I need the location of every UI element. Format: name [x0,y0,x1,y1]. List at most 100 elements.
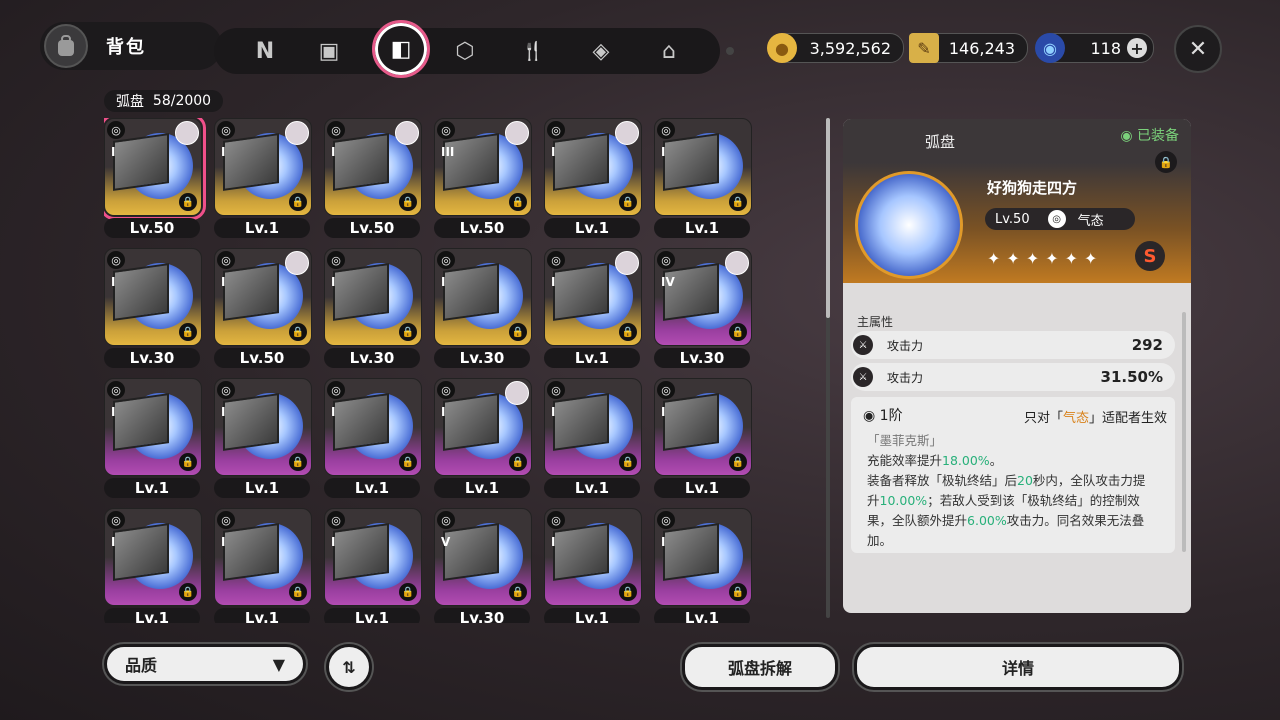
disc-card[interactable]: ◎ I 🔒 [214,248,312,346]
detail-scrollbar[interactable] [1182,312,1186,552]
lock-icon[interactable]: 🔒 [289,193,307,211]
attribute-icon: ◎ [327,381,345,399]
disc-card[interactable]: ◎ I 🔒 [434,378,532,476]
lock-icon[interactable]: 🔒 [729,323,747,341]
tab-discs[interactable]: ◧ [372,20,430,78]
lock-icon[interactable]: 🔒 [619,583,637,601]
disc-level: Lv.1 [544,218,640,238]
disc-card[interactable]: ◎ I 🔒 [104,248,202,346]
disc-rank: I [331,535,336,549]
tab-devices[interactable]: ▣ [310,32,348,70]
disc-card[interactable]: ◎ I 🔒 [544,378,642,476]
lock-icon[interactable]: 🔒 [619,193,637,211]
disc-card[interactable]: ◎ I 🔒 [544,118,642,216]
equipped-agent-avatar [285,251,309,275]
tab-home[interactable]: ⌂ [650,32,688,70]
add-gem-button[interactable]: + [1127,38,1147,58]
lock-icon[interactable]: 🔒 [619,453,637,471]
attribute-icon: ◎ [107,381,125,399]
lock-icon[interactable]: 🔒 [509,323,527,341]
ticket-currency: ✎ 146,243 [909,33,1028,63]
disc-card[interactable]: ◎ I 🔒 [654,378,752,476]
disc-card[interactable]: ◎ I 🔒 [104,118,206,220]
attribute-icon: ◎ [547,381,565,399]
lock-icon[interactable]: 🔒 [399,193,417,211]
ticket-value: 146,243 [948,38,1015,58]
disc-card[interactable]: ◎ I 🔒 [654,508,752,606]
lock-icon[interactable]: 🔒 [179,583,197,601]
lock-icon[interactable]: 🔒 [179,453,197,471]
lock-icon[interactable]: 🔒 [399,453,417,471]
lock-icon[interactable]: 🔒 [179,193,197,211]
disc-grid: ◎ I 🔒 Lv.50 ◎ I 🔒 Lv.1 ◎ I 🔒 Lv.50 ◎ III 🔒 Lv.50 ◎ I 🔒 Lv.1… [104,118,754,623]
lock-icon[interactable]: 🔒 [399,323,417,341]
disc-level: Lv.30 [434,348,530,368]
disc-sleeve [443,393,499,451]
disc-sleeve [663,523,719,581]
attribute-icon: ◎ [107,251,125,269]
disc-rank: I [661,145,666,159]
gem-currency: ◉ 118 + [1035,33,1154,63]
quality-filter-dropdown[interactable]: 品质 ▼ [104,644,306,684]
details-button[interactable]: 详情 [854,644,1182,690]
disc-card[interactable]: ◎ III 🔒 [434,118,532,216]
lock-icon[interactable]: 🔒 [729,583,747,601]
equipped-agent-avatar [505,381,529,405]
disc-card[interactable]: ◎ I 🔒 [324,248,422,346]
lock-toggle[interactable]: 🔒 [1155,151,1177,173]
tab-agents-icon: N [255,38,275,64]
details-label: 详情 [1001,659,1034,678]
disc-card[interactable]: ◎ I 🔒 [214,118,312,216]
lock-icon[interactable]: 🔒 [289,583,307,601]
lock-icon[interactable]: 🔒 [729,193,747,211]
bag-header: 背包 [40,22,222,70]
disc-card[interactable]: ◎ I 🔒 [654,118,752,216]
disc-card[interactable]: ◎ I 🔒 [544,508,642,606]
tab-agents[interactable]: N [246,32,284,70]
sort-button[interactable]: ⇅ [326,644,372,690]
disc-card[interactable]: ◎ IV 🔒 [654,248,752,346]
lock-icon[interactable]: 🔒 [509,583,527,601]
lock-icon[interactable]: 🔒 [619,323,637,341]
gold-currency: ● 3,592,562 [767,33,904,63]
gem-value: 118 [1090,38,1121,58]
disc-card[interactable]: ◎ I 🔒 [104,378,202,476]
equipped-agent-avatar [725,251,749,275]
tab-food[interactable]: 🍴 [514,32,552,70]
attribute-icon: ◎ [657,251,675,269]
disc-level: Lv.1 [104,478,200,498]
lock-icon[interactable]: 🔒 [289,323,307,341]
disc-card[interactable]: ◎ I 🔒 [214,378,312,476]
backpack-icon [44,24,88,68]
disc-card[interactable]: ◎ V 🔒 [434,508,532,606]
equipped-agent-avatar [505,121,529,145]
disc-rank: I [551,275,556,289]
lock-icon[interactable]: 🔒 [179,323,197,341]
disc-card[interactable]: ◎ I 🔒 [214,508,312,606]
disc-rank: I [661,405,666,419]
lock-icon[interactable]: 🔒 [729,453,747,471]
stat-row: ⚔ 攻击力 31.50% [851,363,1175,391]
lock-icon[interactable]: 🔒 [399,583,417,601]
disc-card[interactable]: ◎ I 🔒 [324,508,422,606]
detail-header: 弧盘 ◉ 已装备 [843,119,1191,163]
dismantle-button[interactable]: 弧盘拆解 [682,644,838,690]
lock-icon[interactable]: 🔒 [509,453,527,471]
disc-card[interactable]: ◎ I 🔒 [324,378,422,476]
disc-rank: I [111,405,116,419]
disc-rank: IV [661,275,675,289]
lock-icon[interactable]: 🔒 [509,193,527,211]
disc-rank: I [111,275,116,289]
disc-card[interactable]: ◎ I 🔒 [434,248,532,346]
disc-card[interactable]: ◎ I 🔒 [104,508,202,606]
close-button[interactable]: ✕ [1174,25,1222,73]
disc-card[interactable]: ◎ I 🔒 [544,248,642,346]
tab-items[interactable]: ◈ [582,32,620,70]
lock-icon[interactable]: 🔒 [289,453,307,471]
grid-scrollbar-thumb[interactable] [826,118,830,318]
disc-card[interactable]: ◎ I 🔒 [324,118,422,216]
grid-scrollbar[interactable] [826,118,830,618]
tab-materials[interactable]: ⬡ [446,32,484,70]
disc-sleeve [553,523,609,581]
disc-level: Lv.30 [324,348,420,368]
